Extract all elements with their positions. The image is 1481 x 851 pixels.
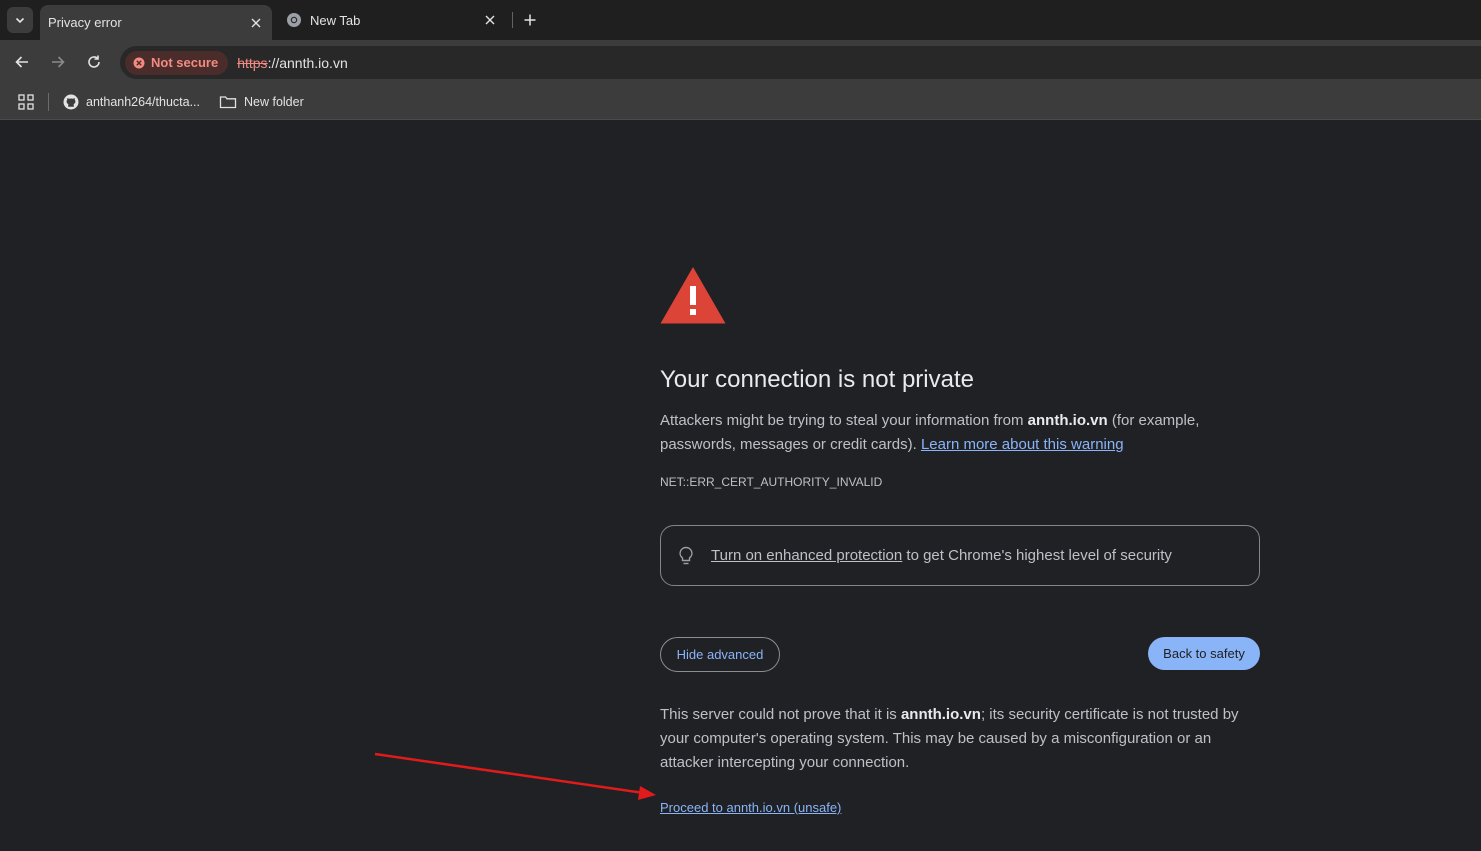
lightbulb-icon	[679, 546, 693, 564]
github-icon	[63, 94, 79, 110]
enhanced-protection-link[interactable]: Turn on enhanced protection	[711, 547, 902, 564]
apps-grid-icon[interactable]	[17, 93, 35, 111]
main-message: Attackers might be trying to steal your …	[660, 409, 1260, 457]
details-domain: annth.io.vn	[900, 706, 981, 723]
proceed-unsafe-link[interactable]: Proceed to annth.io.vn (unsafe)	[660, 800, 841, 815]
not-secure-chip[interactable]: Not secure	[125, 50, 229, 75]
close-icon	[251, 18, 261, 27]
bookmark-new-folder[interactable]: New folder	[219, 90, 304, 114]
tab-title: New Tab	[310, 12, 361, 28]
new-tab-button[interactable]	[519, 9, 541, 31]
details-text: This server could not prove that it is	[660, 706, 901, 723]
bookmark-label: anthanh264/thucta...	[86, 95, 200, 109]
chrome-icon	[287, 13, 301, 27]
toolbar: Not secure https://annth.io.vn	[0, 40, 1481, 84]
security-label: Not secure	[151, 55, 219, 70]
warning-icon	[660, 267, 726, 324]
arrow-right-icon	[52, 56, 65, 68]
forward-button[interactable]	[46, 50, 70, 74]
error-circle-icon	[133, 57, 145, 68]
url-scheme: https	[237, 54, 268, 71]
reload-icon	[88, 55, 100, 68]
tab-close-button[interactable]	[480, 10, 500, 30]
address-bar[interactable]: Not secure https://annth.io.vn	[120, 46, 1481, 79]
tab-divider	[512, 12, 513, 28]
bookmarks-bar: anthanh264/thucta... New folder	[0, 84, 1481, 120]
plus-icon	[524, 14, 536, 26]
url-text[interactable]: https://annth.io.vn	[237, 55, 348, 71]
enhanced-protection-promo: Turn on enhanced protection to get Chrom…	[660, 525, 1260, 586]
back-button[interactable]	[10, 50, 34, 74]
reload-button[interactable]	[82, 50, 106, 74]
close-icon	[485, 15, 495, 25]
error-code: NET::ERR_CERT_AUTHORITY_INVALID	[660, 475, 883, 489]
tab-close-button[interactable]	[246, 13, 266, 33]
hide-advanced-button[interactable]: Hide advanced	[660, 637, 780, 672]
annotation-arrow-icon	[374, 752, 656, 800]
chevron-down-icon	[15, 17, 25, 24]
page-title: Your connection is not private	[660, 366, 974, 393]
tab-title: Privacy error	[48, 15, 122, 30]
bookmark-label: New folder	[244, 95, 304, 109]
back-to-safety-button[interactable]: Back to safety	[1148, 637, 1260, 670]
enhanced-rest-text: to get Chrome's highest level of securit…	[902, 547, 1172, 564]
tab-privacy-error[interactable]: Privacy error	[40, 5, 272, 40]
enhanced-text: Turn on enhanced protection to get Chrom…	[711, 547, 1172, 564]
folder-icon	[219, 96, 237, 109]
bookmark-github[interactable]: anthanh264/thucta...	[63, 90, 200, 114]
learn-more-link[interactable]: Learn more about this warning	[921, 436, 1124, 453]
tab-new-tab[interactable]: New Tab	[280, 0, 506, 40]
arrow-left-icon	[15, 56, 28, 68]
url-host: ://annth.io.vn	[267, 54, 348, 71]
bookmarks-divider	[48, 93, 49, 111]
message-domain: annth.io.vn	[1027, 412, 1108, 429]
message-text: Attackers might be trying to steal your …	[660, 412, 1028, 429]
tab-strip: Privacy error New Tab	[0, 0, 1481, 40]
tab-search-button[interactable]	[7, 7, 33, 33]
details-message: This server could not prove that it is a…	[660, 703, 1260, 775]
